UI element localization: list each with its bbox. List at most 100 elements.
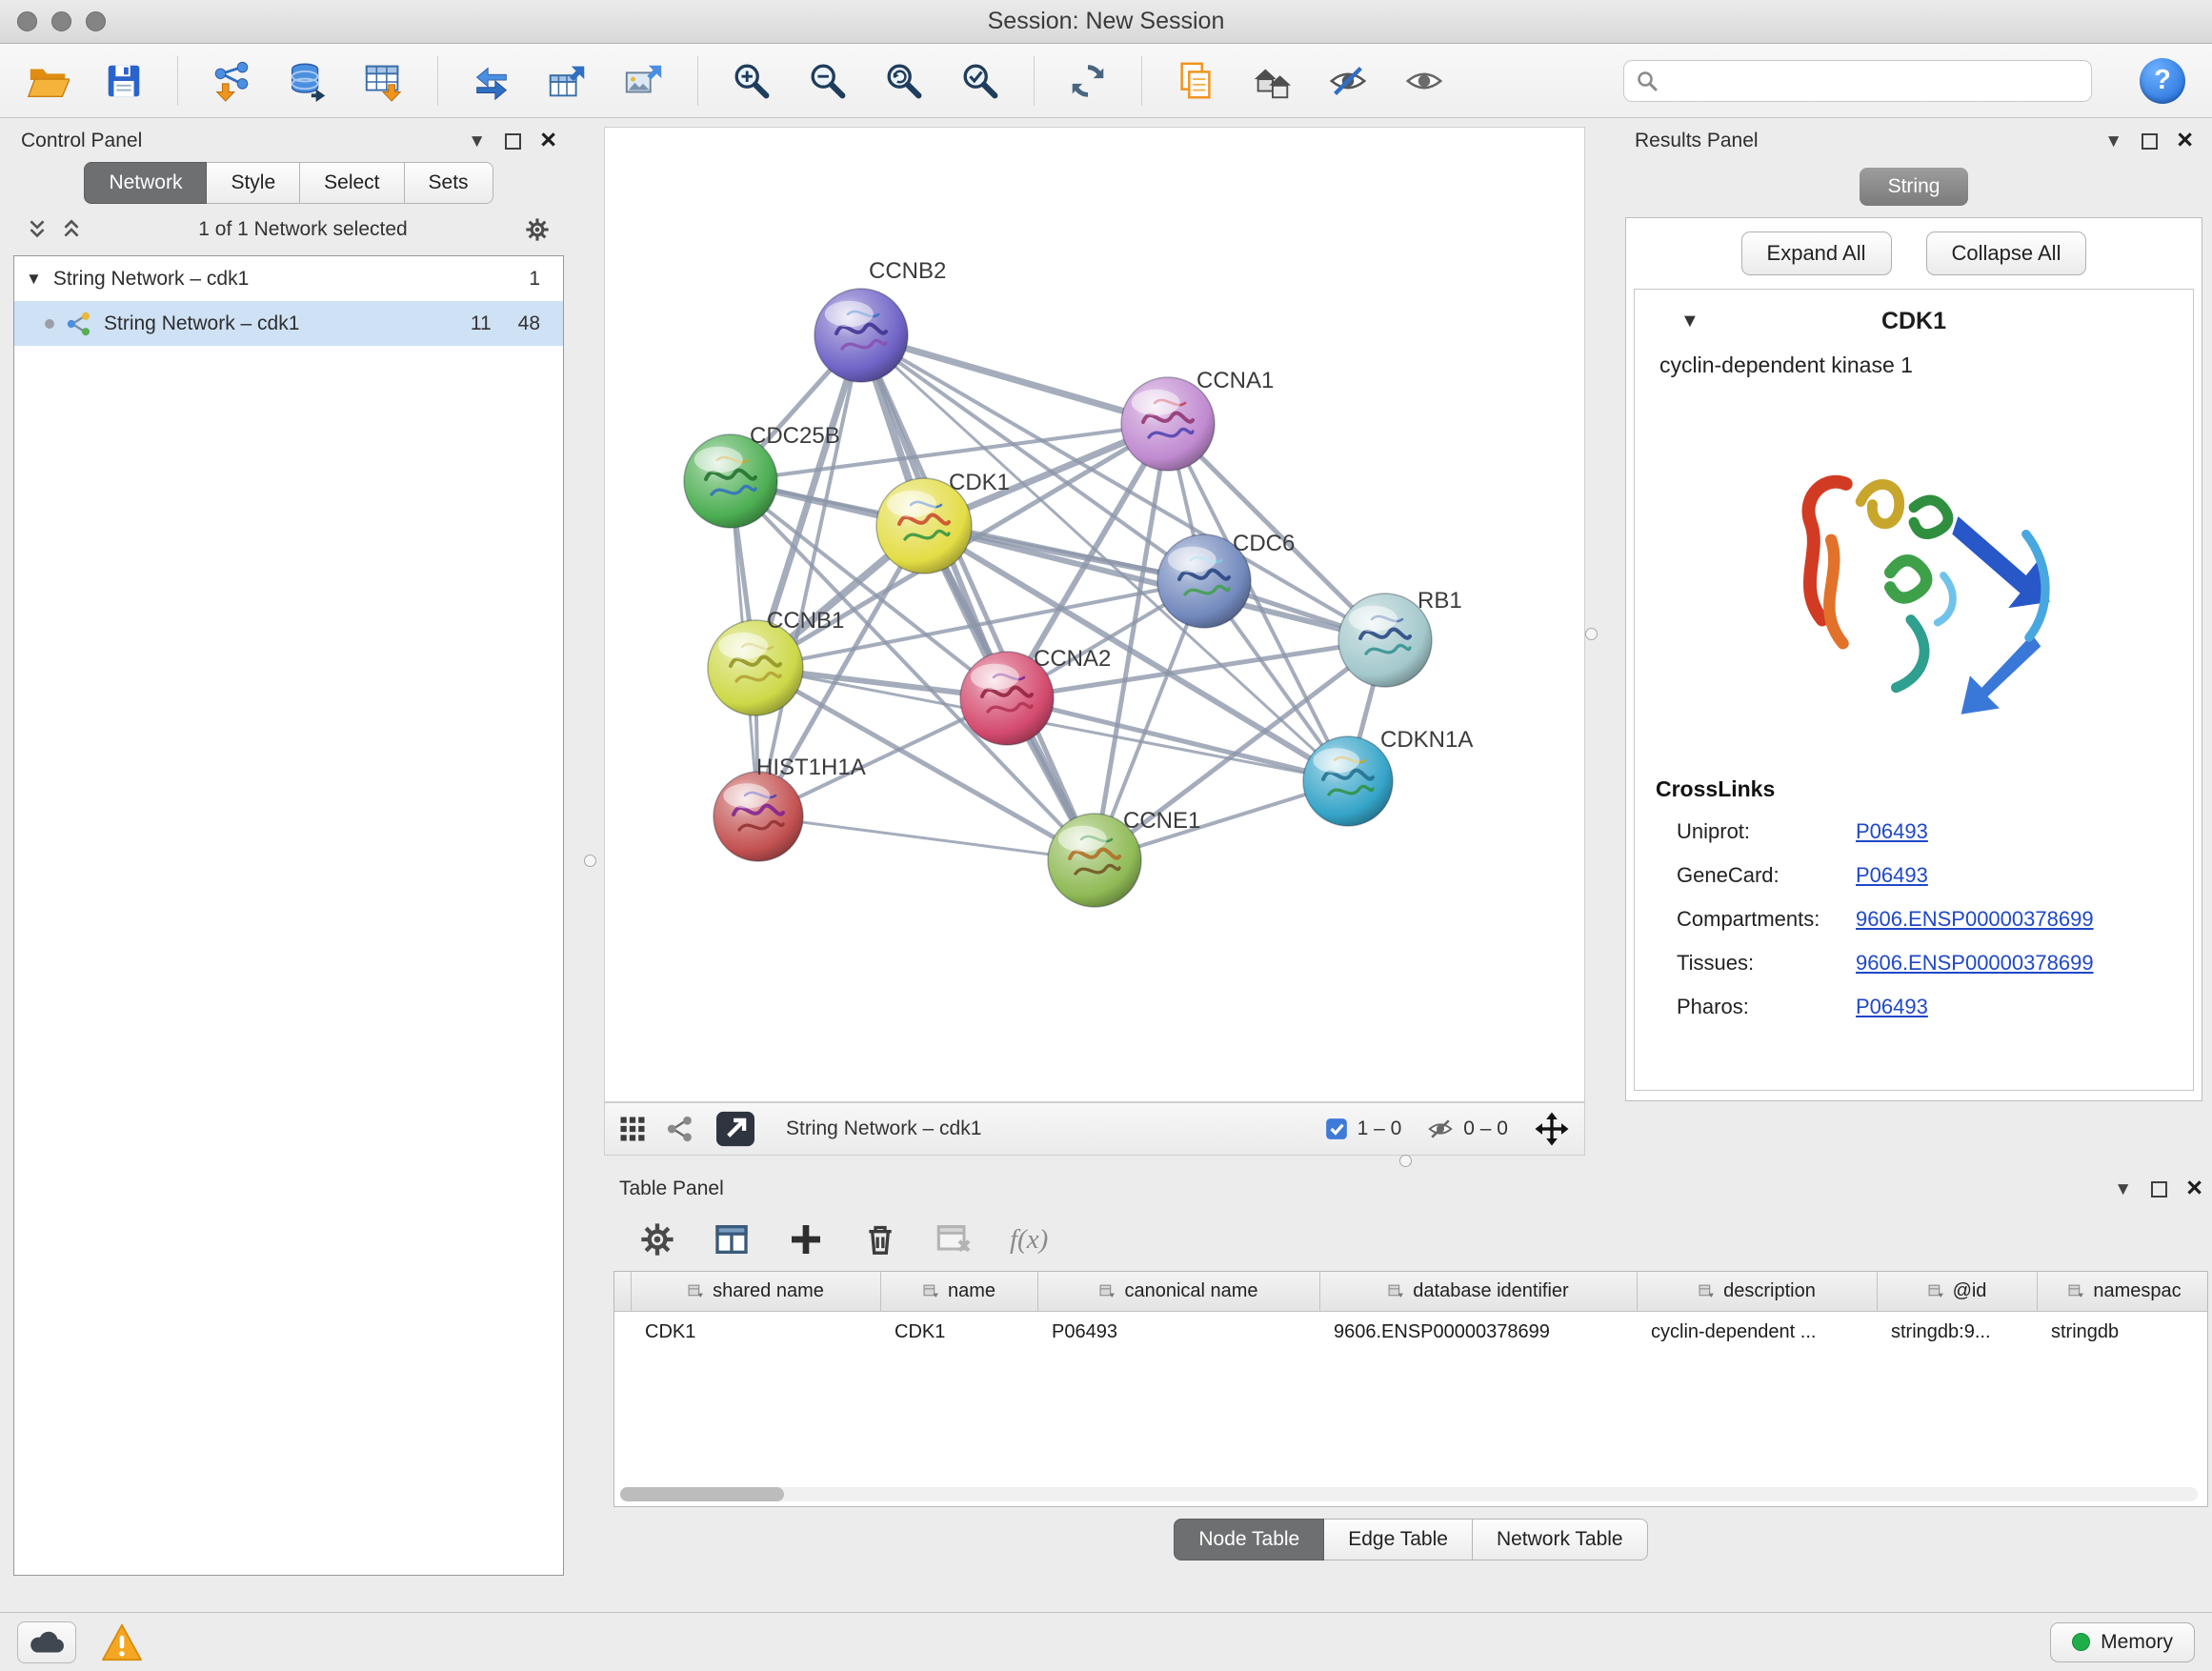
disclosure-triangle-icon[interactable]: ▼	[26, 270, 42, 289]
hide-selected-button[interactable]	[1321, 53, 1375, 109]
selected-checkbox-icon[interactable]	[1324, 1117, 1349, 1141]
close-window-button[interactable]	[17, 11, 37, 31]
collapse-all-icon[interactable]	[27, 218, 48, 241]
expand-all-icon[interactable]	[61, 218, 82, 241]
protein-section-header[interactable]: ▼ CDK1	[1654, 290, 2174, 352]
crosslink-row: Tissues: 9606.ENSP00000378699	[1654, 941, 2174, 985]
table-row[interactable]: CDK1 CDK1 P06493 9606.ENSP00000378699 cy…	[614, 1312, 2207, 1352]
disclosure-triangle-icon[interactable]: ▼	[1680, 311, 1699, 332]
save-session-button[interactable]	[97, 53, 151, 109]
column-header[interactable]: namespac	[2038, 1272, 2208, 1312]
minimize-window-button[interactable]	[51, 11, 71, 31]
eye-slash-icon	[1326, 59, 1370, 103]
tab-edge-table[interactable]: Edge Table	[1324, 1519, 1473, 1560]
network-node-CDKN1A[interactable]: CDKN1A	[1303, 727, 1473, 826]
column-header[interactable]: @id	[1878, 1272, 2038, 1312]
zoom-in-button[interactable]	[725, 53, 778, 109]
apply-layout-button[interactable]	[1061, 53, 1115, 109]
network-node-CDK1[interactable]: CDK1	[876, 470, 1010, 574]
hidden-eye-slash-icon[interactable]	[1426, 1115, 1455, 1143]
crosslink-row: Pharos: P06493	[1654, 985, 2174, 1029]
column-header[interactable]: database identifier	[1320, 1272, 1638, 1312]
memory-button[interactable]: Memory	[2050, 1622, 2195, 1662]
show-all-button[interactable]	[1398, 53, 1451, 109]
pharos-link[interactable]: P06493	[1856, 995, 1928, 1019]
network-node-CCNE1[interactable]: CCNE1	[1048, 808, 1200, 907]
pan-crosshair-icon[interactable]	[1533, 1110, 1571, 1148]
tab-node-table[interactable]: Node Table	[1174, 1519, 1324, 1560]
network-node-CCNB2[interactable]: CCNB2	[814, 258, 946, 382]
help-button[interactable]: ?	[2140, 58, 2185, 104]
tab-network-table[interactable]: Network Table	[1473, 1519, 1648, 1560]
import-table-button[interactable]	[357, 53, 411, 109]
protein-ribbon-icon	[1737, 398, 2091, 753]
zoom-fit-button[interactable]	[877, 53, 931, 109]
expand-all-button[interactable]: Expand All	[1741, 232, 1892, 275]
splitter-handle[interactable]	[1585, 628, 1598, 640]
compartments-link[interactable]: 9606.ENSP00000378699	[1856, 907, 2094, 932]
zoom-selected-button[interactable]	[954, 53, 1007, 109]
table-settings-gear-icon[interactable]	[638, 1220, 676, 1258]
import-network-database-button[interactable]	[281, 53, 334, 109]
tab-style[interactable]: Style	[207, 162, 300, 204]
node-label: CCNA1	[1196, 368, 1274, 393]
network-collection-row[interactable]: ▼ String Network – cdk1 1	[14, 256, 563, 301]
import-network-file-icon	[210, 59, 253, 103]
function-builder-button[interactable]: f(x)	[1010, 1224, 1048, 1256]
copy-document-button[interactable]	[1169, 53, 1222, 109]
network-canvas[interactable]: CCNB2CCNA1CDC25BCDK1CDC6RB1CCNB1CCNA2CDK…	[604, 127, 1585, 1102]
close-panel-icon[interactable]: ×	[2186, 1178, 2202, 1199]
float-panel-icon[interactable]	[505, 133, 521, 150]
collapse-all-button[interactable]: Collapse All	[1926, 232, 2087, 275]
zoom-out-button[interactable]	[801, 53, 855, 109]
tab-select[interactable]: Select	[300, 162, 404, 204]
splitter-handle[interactable]	[1399, 1155, 1412, 1167]
scrollbar-thumb[interactable]	[620, 1487, 784, 1501]
search-input[interactable]	[1666, 70, 2080, 91]
export-image-button[interactable]	[617, 53, 671, 109]
open-session-button[interactable]	[21, 53, 74, 109]
gear-icon[interactable]	[524, 216, 551, 243]
tab-network[interactable]: Network	[84, 162, 207, 204]
warning-icon[interactable]	[101, 1623, 143, 1661]
collapse-panel-icon[interactable]: ▼	[2114, 1180, 2132, 1198]
close-panel-icon[interactable]: ×	[2177, 130, 2193, 151]
collapse-panel-icon[interactable]: ▼	[2104, 132, 2122, 151]
genecard-link[interactable]: P06493	[1856, 863, 1928, 888]
import-table-icon	[362, 59, 406, 103]
column-header[interactable]: name	[881, 1272, 1038, 1312]
collapse-panel-icon[interactable]: ▼	[468, 132, 486, 151]
houses-button[interactable]	[1245, 53, 1298, 109]
table-header-row: shared name name canonical name database…	[614, 1272, 2207, 1312]
horizontal-scrollbar[interactable]	[620, 1487, 2198, 1501]
new-network-button[interactable]	[465, 53, 518, 109]
tissues-link[interactable]: 9606.ENSP00000378699	[1856, 951, 2094, 976]
zoom-window-button[interactable]	[86, 11, 106, 31]
open-in-new-window-button[interactable]	[714, 1109, 757, 1149]
network-type-button[interactable]	[666, 1115, 694, 1143]
network-node-CCNA1[interactable]: CCNA1	[1121, 368, 1274, 471]
column-header[interactable]: description	[1638, 1272, 1878, 1312]
cloud-button[interactable]	[17, 1621, 76, 1663]
column-header[interactable]: canonical name	[1038, 1272, 1320, 1312]
splitter-handle[interactable]	[584, 855, 596, 867]
delete-column-icon[interactable]	[861, 1220, 899, 1258]
show-columns-icon[interactable]	[713, 1220, 751, 1258]
export-table-button[interactable]	[541, 53, 594, 109]
float-panel-icon[interactable]	[2151, 1181, 2167, 1198]
string-tab-badge[interactable]: String	[1860, 168, 1968, 206]
add-column-icon[interactable]	[787, 1220, 825, 1258]
protein-name: CDK1	[1881, 308, 1946, 335]
network-node-HIST1H1A[interactable]: HIST1H1A	[714, 755, 866, 861]
uniprot-link[interactable]: P06493	[1856, 819, 1928, 844]
cell-name: CDK1	[881, 1312, 1038, 1352]
network-row[interactable]: String Network – cdk1 11 48	[14, 301, 563, 346]
network-node-RB1[interactable]: RB1	[1338, 588, 1462, 687]
float-panel-icon[interactable]	[2142, 133, 2158, 150]
network-graph[interactable]: CCNB2CCNA1CDC25BCDK1CDC6RB1CCNB1CCNA2CDK…	[605, 128, 1584, 1101]
import-network-file-button[interactable]	[205, 53, 258, 109]
close-panel-icon[interactable]: ×	[540, 130, 556, 151]
column-header[interactable]: shared name	[632, 1272, 881, 1312]
birdseye-view-button[interactable]	[618, 1115, 647, 1143]
tab-sets[interactable]: Sets	[405, 162, 493, 204]
